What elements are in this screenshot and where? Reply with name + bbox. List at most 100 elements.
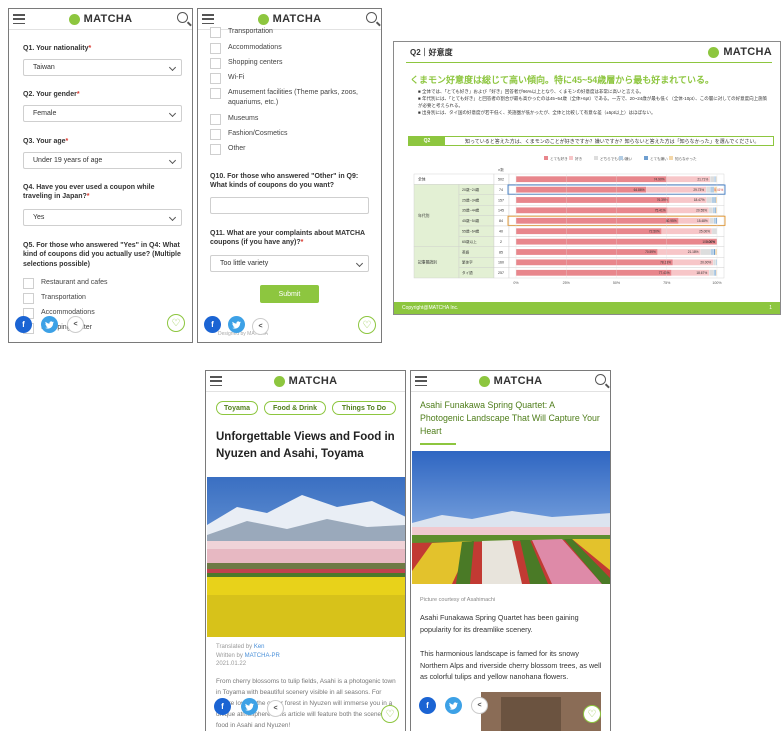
favorite-button[interactable]: ♡ [167,314,185,332]
writer-link[interactable]: MATCHA-PR [245,653,280,659]
twitter-share-button[interactable] [228,316,245,333]
data-label: 78.13% [660,261,671,265]
heart-icon: ♡ [587,708,597,720]
tag-things-to-do[interactable]: Things To Do [332,401,396,415]
facebook-share-button[interactable]: f [214,698,231,715]
category-label: 35歳~44歳 [462,208,480,213]
menu-icon[interactable] [13,14,25,24]
checkbox[interactable] [210,73,221,84]
category-label: 45歳~54歳 [462,218,480,223]
legend-swatch [669,156,673,160]
q9-option[interactable]: Shopping centers [210,58,282,69]
data-label: 20.55% [696,209,707,213]
bullet: ■ 年代別には、「とても好き」と回答者の割合が最も高かったのは45~54歳（全体… [418,95,768,108]
checkbox[interactable] [23,278,34,289]
legend-label: 嫌い [625,156,633,161]
tag-toyama[interactable]: Toyama [216,401,258,415]
legend-label: 好き [575,156,583,161]
share-button[interactable]: < [252,318,269,335]
search-icon[interactable] [595,374,606,385]
twitter-share-button[interactable] [41,316,58,333]
bar-segment [515,217,679,224]
question-text: 知っていると答えた方は、くまモンのことが好きですか？嫌いですか？知らないと答えた… [465,138,760,145]
share-button[interactable]: < [471,697,488,714]
site-logo[interactable]: MATCHA [273,375,338,387]
q1-select[interactable]: Taiwan [23,59,182,76]
bar-segment [515,228,662,235]
legend-label: とても嫌い [650,156,668,161]
q5-option[interactable]: Restaurant and cafes [23,278,108,289]
data-label: 0.00% [706,240,715,244]
heart-icon: ♡ [171,317,181,329]
q9-option[interactable]: Fashion/Cosmetics [210,129,288,140]
favorite-button[interactable]: ♡ [381,705,399,723]
q11-select[interactable]: Too little variety [210,255,369,272]
n-value: 84 [499,219,503,223]
chevron-down-icon [168,109,177,118]
n-value: 145 [498,209,504,213]
q10-input[interactable] [210,197,369,214]
q9-option[interactable]: Amusement facilities (Theme parks, zoos,… [210,88,370,108]
favorite-button[interactable]: ♡ [358,316,376,334]
q9-option[interactable]: Transportation [210,27,273,38]
favorite-button[interactable]: ♡ [583,705,601,723]
bar-segment [712,207,716,214]
checkbox[interactable] [210,58,221,69]
q2-label: Q2. Your gender* [23,91,80,98]
search-icon[interactable] [366,12,377,23]
bar-segment [708,207,714,214]
data-label: 29.73% [693,188,704,192]
bar-segment [710,248,714,256]
facebook-share-button[interactable]: f [204,316,221,333]
report-slide: Q2｜好意度 MATCHA くまモン好意度は総じて高い傾向。特に45~54歳層か… [393,41,781,315]
hero-image [207,477,405,637]
submit-button[interactable]: Submit [260,285,319,303]
q5-label: Q5. For those who answered "Yes" in Q4: … [23,242,181,268]
q9-option[interactable]: Museums [210,114,258,125]
checkbox[interactable] [210,43,221,54]
data-label: 21.18% [688,250,699,254]
share-button[interactable]: < [67,316,84,333]
q9-option[interactable]: Other [210,144,246,155]
data-label: 18.47% [694,198,705,202]
q3-label: Q3. Your age* [23,138,69,145]
checkbox[interactable] [210,88,221,99]
q2-select[interactable]: Female [23,105,182,122]
facebook-share-button[interactable]: f [419,697,436,714]
q9-option[interactable]: Wi-Fi [210,73,244,84]
menu-icon[interactable] [415,376,427,386]
checkbox[interactable] [210,129,221,140]
site-logo[interactable]: MATCHA [68,13,133,25]
tag-food-drink[interactable]: Food & Drink [264,401,326,415]
q9-option[interactable]: Accommodations [210,43,282,54]
translator-link[interactable]: Ken [254,644,265,650]
q5-option[interactable]: Transportation [23,293,86,304]
site-logo[interactable]: MATCHA [478,375,543,387]
bar-segment [715,217,718,224]
twitter-share-button[interactable] [241,698,258,715]
share-button[interactable]: < [267,700,284,717]
group-cell [413,173,495,185]
site-logo[interactable]: MATCHA [257,13,322,25]
facebook-share-button[interactable]: f [15,316,32,333]
q3-select[interactable]: Under 19 years of age [23,152,182,169]
category-label: 65歳以上 [462,239,477,244]
data-label: 75.41% [655,209,666,213]
twitter-bird-icon [232,320,241,329]
search-icon[interactable] [177,12,188,23]
data-label: 64.86% [634,188,645,192]
checkbox[interactable] [210,114,221,125]
bar-segment [710,176,715,183]
checkbox[interactable] [210,144,221,155]
menu-icon[interactable] [202,14,214,24]
q4-select[interactable]: Yes [23,209,182,226]
q5-option[interactable]: Accommodations [23,308,95,319]
checkbox[interactable] [23,293,34,304]
chevron-down-icon [168,63,177,72]
menu-icon[interactable] [210,376,222,386]
bar-segment [709,269,714,276]
data-label: 20.00% [700,261,711,265]
checkbox[interactable] [210,27,221,38]
twitter-share-button[interactable] [445,697,462,714]
slide-logo: MATCHA [708,46,772,58]
